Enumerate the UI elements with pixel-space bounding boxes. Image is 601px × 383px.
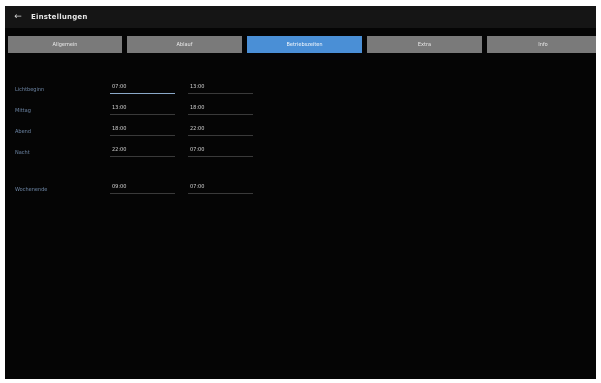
start-time-field[interactable]: 18:00: [110, 122, 175, 136]
arrow-left-icon[interactable]: ←: [5, 6, 31, 28]
end-time-field[interactable]: 18:00: [188, 101, 253, 115]
row-label: Wochenende: [15, 187, 48, 193]
start-time-field[interactable]: 22:00: [110, 143, 175, 157]
end-time-field[interactable]: 22:00: [188, 122, 253, 136]
end-time-field[interactable]: 07:00: [188, 180, 253, 194]
end-time-field[interactable]: 13:00: [188, 80, 253, 94]
settings-screen: ← Einstellungen Allgemein Ablauf Betrieb…: [5, 6, 596, 379]
tab-extra[interactable]: Extra: [367, 36, 482, 53]
schedule-row: Mittag 13:00 18:00: [5, 101, 596, 121]
schedule-row: Nacht 22:00 07:00: [5, 143, 596, 163]
start-time-field[interactable]: 09:00: [110, 180, 175, 194]
row-label: Lichtbeginn: [15, 87, 45, 93]
row-label: Abend: [15, 129, 32, 135]
start-time-field[interactable]: 13:00: [110, 101, 175, 115]
tab-operating-hours[interactable]: Betriebszeiten: [247, 36, 362, 53]
tab-general[interactable]: Allgemein: [8, 36, 122, 53]
tab-info[interactable]: Info: [487, 36, 596, 53]
schedule-row: Lichtbeginn 07:00 13:00: [5, 80, 596, 100]
page-title: Einstellungen: [31, 13, 88, 21]
schedule-row: Abend 18:00 22:00: [5, 122, 596, 142]
row-label: Nacht: [15, 150, 30, 156]
schedule-row: Wochenende 09:00 07:00: [5, 180, 596, 200]
start-time-field[interactable]: 07:00: [110, 80, 175, 94]
tab-process[interactable]: Ablauf: [127, 36, 242, 53]
end-time-field[interactable]: 07:00: [188, 143, 253, 157]
row-label: Mittag: [15, 108, 31, 114]
top-app-bar: ← Einstellungen: [5, 6, 596, 28]
tab-bar: Allgemein Ablauf Betriebszeiten Extra In…: [5, 36, 596, 53]
